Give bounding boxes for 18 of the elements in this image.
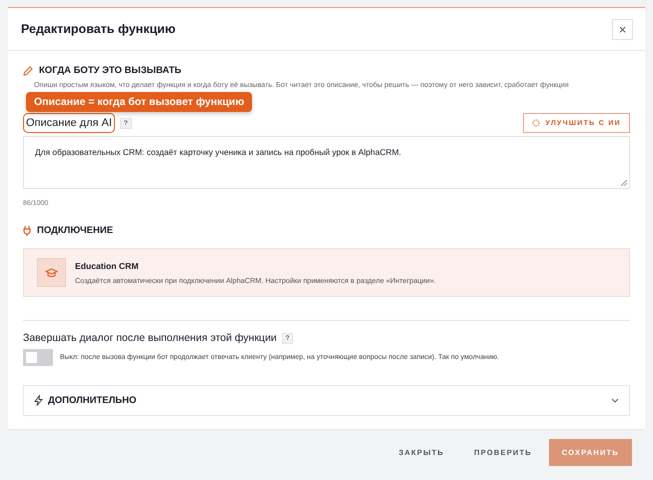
dotted-circle-icon [532,119,540,127]
field-label: Описание для AI [23,113,115,133]
graduation-cap-icon [45,268,58,278]
description-field[interactable]: Для образовательных CRM: создаёт карточку ученика и запись на пробный урок в AlphaCRM. [23,136,630,189]
advanced-section[interactable]: ДОПОЛНИТЕЛЬНО [23,385,630,416]
close-button[interactable]: × [612,18,633,40]
toggle-switch[interactable] [23,349,53,366]
card-title: Education CRM [75,260,140,270]
chevron-icon [611,398,619,403]
plug-icon [23,226,31,236]
pencil-icon [23,66,33,76]
lightning-icon [34,395,43,406]
section-title: ПОДКЛЮЧЕНИЕ [37,225,114,236]
dialog-title: Редактировать функцию [21,22,176,36]
callout: Описание = когда бот вызовет функцию [26,92,252,112]
resize-handle-icon[interactable] [620,179,627,186]
section-title: КОГДА БОТУ ЭТО ВЫЗЫВАТЬ [39,65,182,76]
setting-label: Завершать диалог после выполнения этой функции [23,332,277,344]
